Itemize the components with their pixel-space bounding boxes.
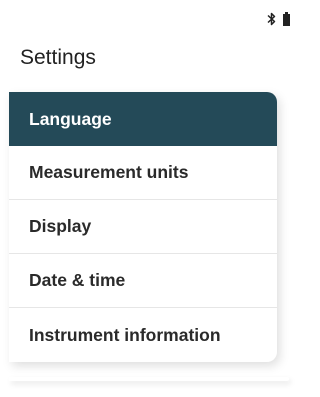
page-title: Settings xyxy=(20,46,96,69)
battery-icon xyxy=(283,12,290,26)
menu-item-label: Instrument information xyxy=(29,324,221,345)
menu-item-language[interactable]: Language xyxy=(9,92,277,146)
menu-item-label: Measurement units xyxy=(29,162,189,182)
menu-item-measurement-units[interactable]: Measurement units xyxy=(9,146,277,200)
status-bar xyxy=(267,12,290,26)
settings-menu: Language Measurement units Display Date … xyxy=(9,92,277,362)
menu-item-display[interactable]: Display xyxy=(9,200,277,254)
menu-item-date-time[interactable]: Date & time xyxy=(9,254,277,308)
scroll-edge-shadow xyxy=(9,377,289,381)
menu-item-label: Display xyxy=(29,216,92,236)
menu-item-label: Date & time xyxy=(29,270,126,290)
menu-item-label: Language xyxy=(29,108,112,129)
menu-item-instrument-information[interactable]: Instrument information xyxy=(9,308,277,362)
bluetooth-icon xyxy=(267,12,276,26)
